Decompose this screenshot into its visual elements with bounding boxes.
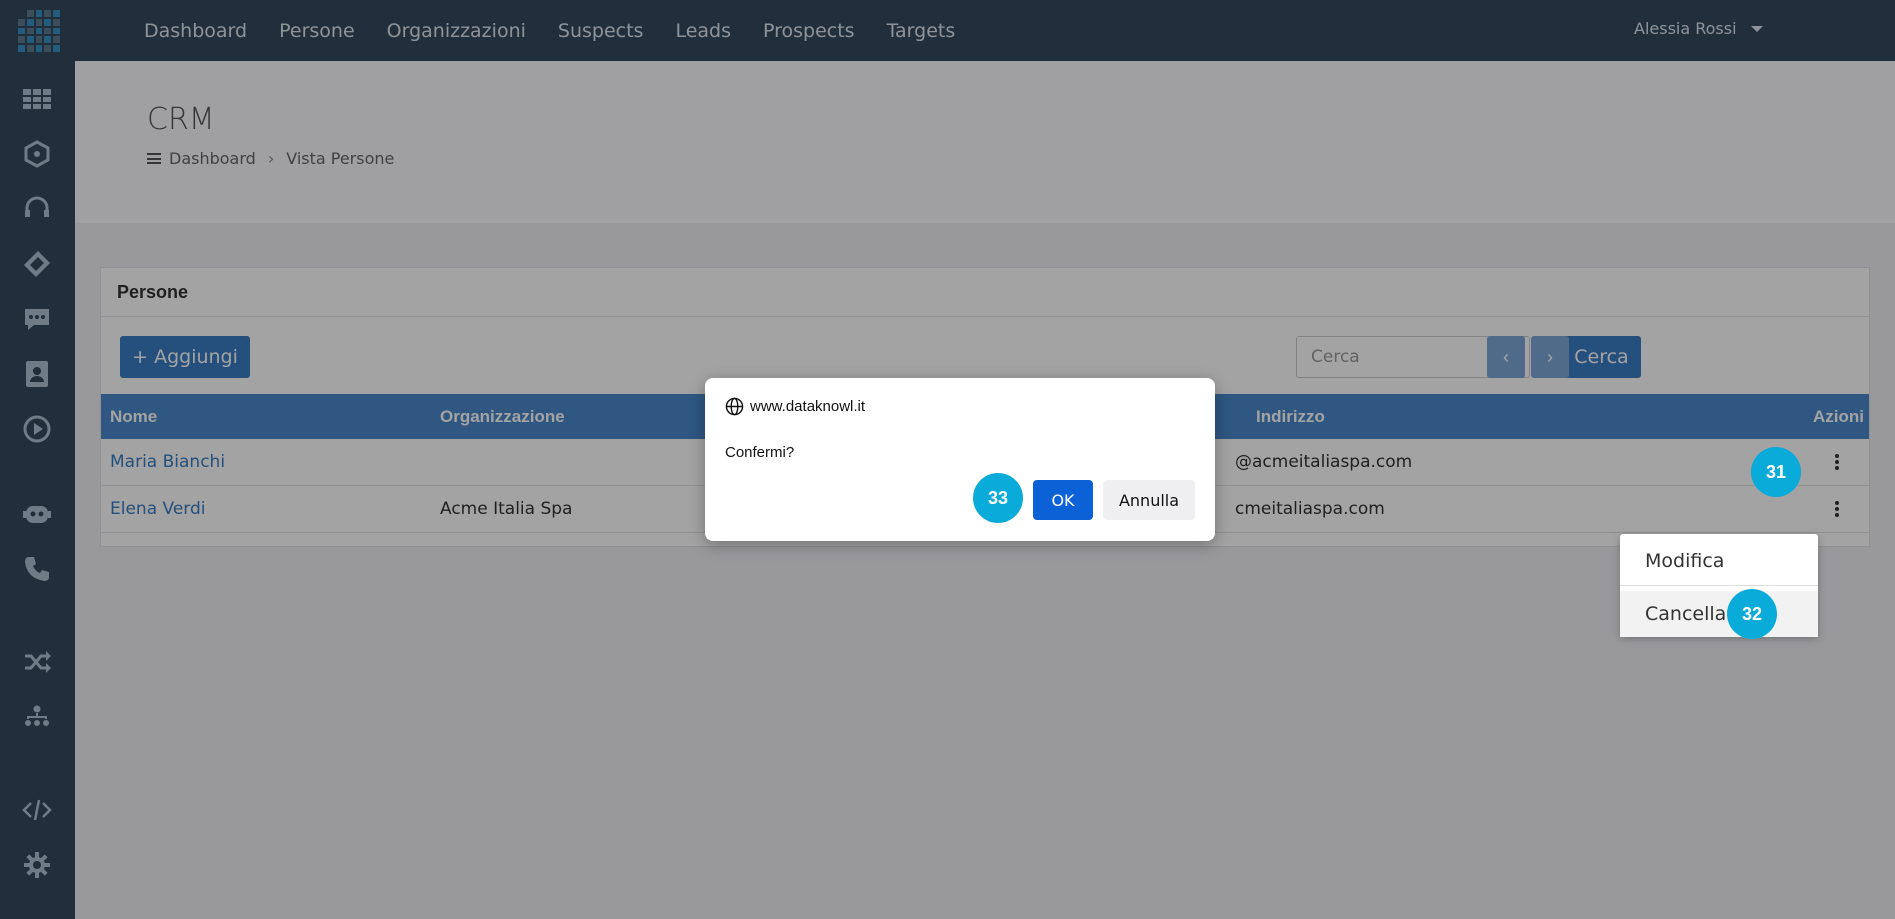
menu-item-cancella[interactable]: Cancella: [1620, 591, 1818, 637]
step-badge-33: 33: [973, 473, 1023, 523]
confirm-dialog: www.dataknowl.it Confermi? OK Annulla: [705, 378, 1215, 541]
ok-button[interactable]: OK: [1033, 480, 1093, 520]
dialog-origin: www.dataknowl.it: [725, 397, 865, 416]
dialog-message: Confermi?: [725, 444, 795, 461]
dialog-origin-text: www.dataknowl.it: [750, 398, 866, 415]
globe-icon: [725, 397, 744, 416]
row-actions-dropdown: Modifica Cancella: [1620, 534, 1818, 637]
divider: [1620, 585, 1818, 586]
menu-item-modifica[interactable]: Modifica: [1620, 538, 1818, 584]
cancel-button[interactable]: Annulla: [1103, 480, 1195, 520]
step-badge-31: 31: [1751, 447, 1801, 497]
step-badge-32: 32: [1727, 589, 1777, 639]
